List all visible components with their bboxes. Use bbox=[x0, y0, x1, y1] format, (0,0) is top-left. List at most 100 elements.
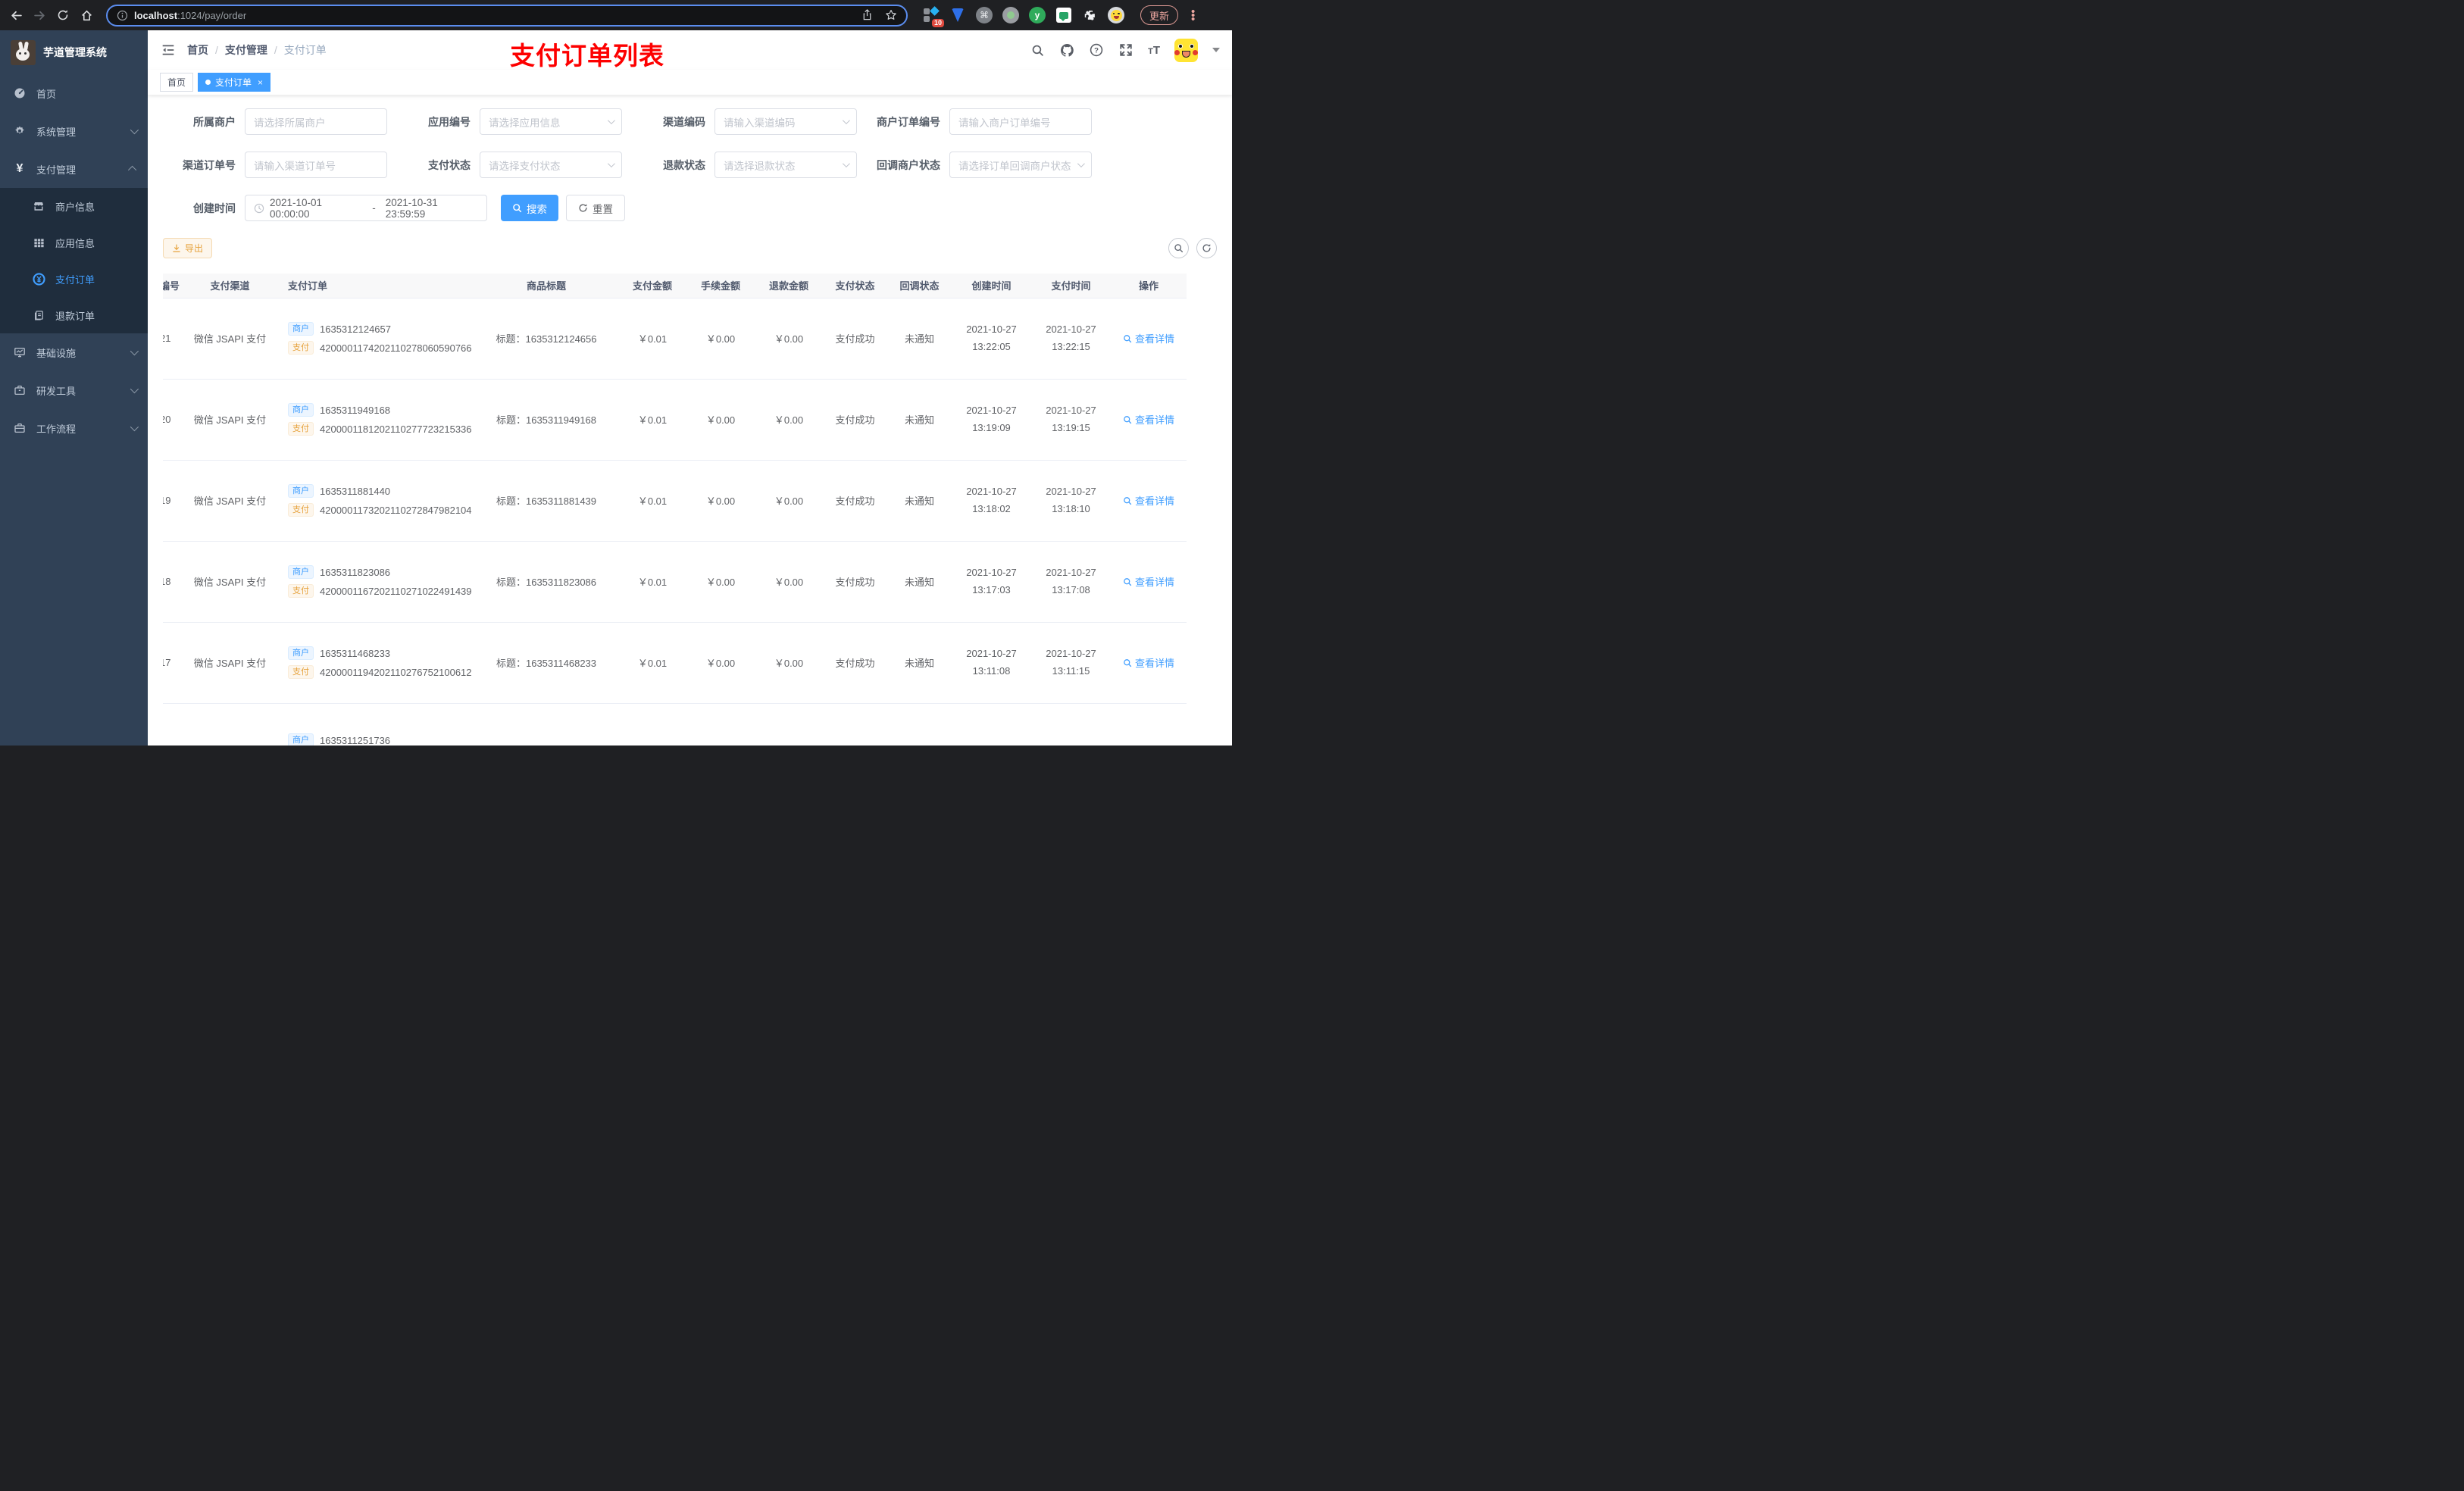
pay-tag: 支付 bbox=[288, 665, 314, 679]
channel-code-select[interactable]: 请输入渠道编码 bbox=[714, 108, 857, 135]
pay-channel: 微信 JSAPI 支付 bbox=[183, 379, 277, 461]
command-extension-icon[interactable]: ⌘ bbox=[975, 6, 993, 24]
emoji-extension-icon[interactable] bbox=[1108, 7, 1124, 23]
filter-refund-status: 退款状态 请选择退款状态 bbox=[633, 152, 868, 178]
pay-order-cell: 商户 1635312124657 支付 42000011742021102780… bbox=[277, 298, 474, 380]
y-extension-icon[interactable]: y bbox=[1028, 6, 1046, 24]
help-icon[interactable]: ? bbox=[1089, 42, 1104, 58]
view-detail-link[interactable]: 查看详情 bbox=[1123, 331, 1174, 345]
order-id: 20 bbox=[163, 379, 183, 461]
refund-amount bbox=[755, 703, 823, 746]
app-select[interactable]: 请选择应用信息 bbox=[480, 108, 622, 135]
tag-pay-order[interactable]: 支付订单 × bbox=[198, 73, 271, 92]
breadcrumb-pay[interactable]: 支付管理 bbox=[225, 42, 267, 58]
yen-icon: ¥ bbox=[16, 162, 23, 175]
sidebar-item-devtools[interactable]: 研发工具 bbox=[0, 371, 148, 409]
pay-tag: 支付 bbox=[288, 422, 314, 436]
toggle-search-button[interactable] bbox=[1168, 238, 1189, 258]
merchant-tag: 商户 bbox=[288, 484, 314, 498]
view-detail-link[interactable]: 查看详情 bbox=[1123, 493, 1174, 508]
view-detail-link[interactable]: 查看详情 bbox=[1123, 574, 1174, 589]
product-title: 标题：1635311468233 bbox=[474, 622, 618, 704]
filter-create-time: 创建时间 2021-10-01 00:00:00 - 2021-10-31 23… bbox=[163, 195, 487, 221]
sidebar-item-system[interactable]: 系统管理 bbox=[0, 112, 148, 150]
refund-amount: ￥0.00 bbox=[755, 460, 823, 542]
close-icon[interactable]: × bbox=[258, 77, 263, 88]
dot-extension-icon[interactable] bbox=[1002, 6, 1020, 24]
pay-status-select[interactable]: 请选择支付状态 bbox=[480, 152, 622, 178]
view-detail-link[interactable]: 查看详情 bbox=[1123, 412, 1174, 427]
tag-home[interactable]: 首页 bbox=[160, 73, 194, 92]
pay-time: 2021-10-27 13:17:08 bbox=[1031, 541, 1111, 623]
column-header: 操作 bbox=[1111, 274, 1187, 299]
merchant-tag: 商户 bbox=[288, 565, 314, 579]
filter-app: 应用编号 请选择应用信息 bbox=[398, 108, 633, 135]
sidebar-item-refund-order[interactable]: 退款订单 bbox=[0, 297, 148, 333]
sidebar-fold-icon[interactable] bbox=[160, 42, 177, 58]
search-icon[interactable] bbox=[1030, 42, 1045, 58]
reload-icon[interactable] bbox=[55, 7, 71, 23]
create-time bbox=[952, 703, 1031, 746]
notify-status: 未通知 bbox=[887, 460, 952, 542]
refund-amount: ￥0.00 bbox=[755, 622, 823, 704]
extensions-puzzle-icon[interactable] bbox=[1081, 6, 1099, 24]
breadcrumb-home[interactable]: 首页 bbox=[187, 42, 208, 58]
chat-extension-icon[interactable] bbox=[1055, 6, 1073, 24]
refund-status-select[interactable]: 请选择退款状态 bbox=[714, 152, 857, 178]
search-button[interactable]: 搜索 bbox=[501, 195, 558, 221]
tag-views-bar: 首页 支付订单 × bbox=[148, 70, 1232, 95]
reset-button[interactable]: 重置 bbox=[566, 195, 625, 221]
font-size-icon[interactable]: TT bbox=[1148, 44, 1160, 57]
notify-status bbox=[887, 703, 952, 746]
notify-status-select[interactable]: 请选择订单回调商户状态 bbox=[949, 152, 1092, 178]
sidebar-item-home[interactable]: 首页 bbox=[0, 74, 148, 112]
extension-badge: 10 bbox=[931, 19, 944, 27]
pay-time: 2021-10-27 13:18:10 bbox=[1031, 460, 1111, 542]
github-icon[interactable] bbox=[1059, 42, 1074, 58]
sidebar-item-infra[interactable]: 基础设施 bbox=[0, 333, 148, 371]
bookmark-star-icon[interactable] bbox=[885, 9, 897, 21]
chevron-down-icon bbox=[607, 160, 615, 168]
export-button[interactable]: 导出 bbox=[163, 238, 213, 258]
merchant-input[interactable]: 请选择所属商户 bbox=[245, 108, 387, 135]
sidebar-item-app-info[interactable]: 应用信息 bbox=[0, 224, 148, 261]
refresh-button[interactable] bbox=[1196, 238, 1217, 258]
extension-grid-icon[interactable]: 10 bbox=[922, 6, 944, 27]
view-detail-link[interactable]: 查看详情 bbox=[1123, 655, 1174, 670]
channel-pay-no: 4200001181202110277723215336 bbox=[320, 423, 472, 435]
kite-extension-icon[interactable] bbox=[949, 6, 967, 24]
site-info-icon[interactable] bbox=[117, 10, 128, 21]
home-icon[interactable] bbox=[78, 7, 95, 23]
fullscreen-icon[interactable] bbox=[1118, 42, 1134, 58]
share-icon[interactable] bbox=[861, 9, 873, 21]
toolbox-icon bbox=[13, 384, 27, 396]
channel-order-no-input[interactable]: 请输入渠道订单号 bbox=[245, 152, 387, 178]
filter-channel-order-no: 渠道订单号 请输入渠道订单号 bbox=[163, 152, 398, 178]
table-row: 17 微信 JSAPI 支付 商户 1635311468233 支付 42000… bbox=[163, 622, 1187, 704]
pay-order-cell: 商户 1635311823086 支付 42000011672021102710… bbox=[277, 541, 474, 623]
fee-amount: ￥0.00 bbox=[686, 298, 755, 380]
update-button[interactable]: 更新 bbox=[1140, 5, 1179, 25]
pay-amount: ￥0.01 bbox=[618, 460, 686, 542]
order-id: 17 bbox=[163, 622, 183, 704]
merchant-tag: 商户 bbox=[288, 646, 314, 660]
merchant-order-no-input[interactable]: 请输入商户订单编号 bbox=[949, 108, 1092, 135]
forward-icon[interactable] bbox=[31, 7, 48, 23]
pay-submenu: 商户信息 应用信息 支付订单 退款订单 bbox=[0, 188, 148, 333]
pay-status bbox=[823, 703, 887, 746]
pay-order-cell: 商户 1635311468233 支付 42000011942021102767… bbox=[277, 622, 474, 704]
avatar-caret-icon[interactable] bbox=[1212, 48, 1220, 52]
browser-menu-icon[interactable]: • • • bbox=[1191, 6, 1195, 25]
sidebar-item-workflow[interactable]: 工作流程 bbox=[0, 409, 148, 447]
back-icon[interactable] bbox=[8, 7, 24, 23]
address-bar[interactable]: localhost:1024/pay/order bbox=[106, 4, 908, 27]
url-path: :1024/pay/order bbox=[177, 9, 247, 21]
column-header: 商品标题 bbox=[474, 274, 618, 299]
sidebar-item-merchant-info[interactable]: 商户信息 bbox=[0, 188, 148, 224]
merchant-tag: 商户 bbox=[288, 733, 314, 746]
user-avatar[interactable] bbox=[1174, 38, 1198, 62]
create-time: 2021-10-27 13:17:03 bbox=[952, 541, 1031, 623]
date-range-picker[interactable]: 2021-10-01 00:00:00 - 2021-10-31 23:59:5… bbox=[245, 195, 487, 221]
sidebar-item-pay[interactable]: ¥ 支付管理 bbox=[0, 150, 148, 188]
sidebar-item-pay-order[interactable]: 支付订单 bbox=[0, 261, 148, 297]
